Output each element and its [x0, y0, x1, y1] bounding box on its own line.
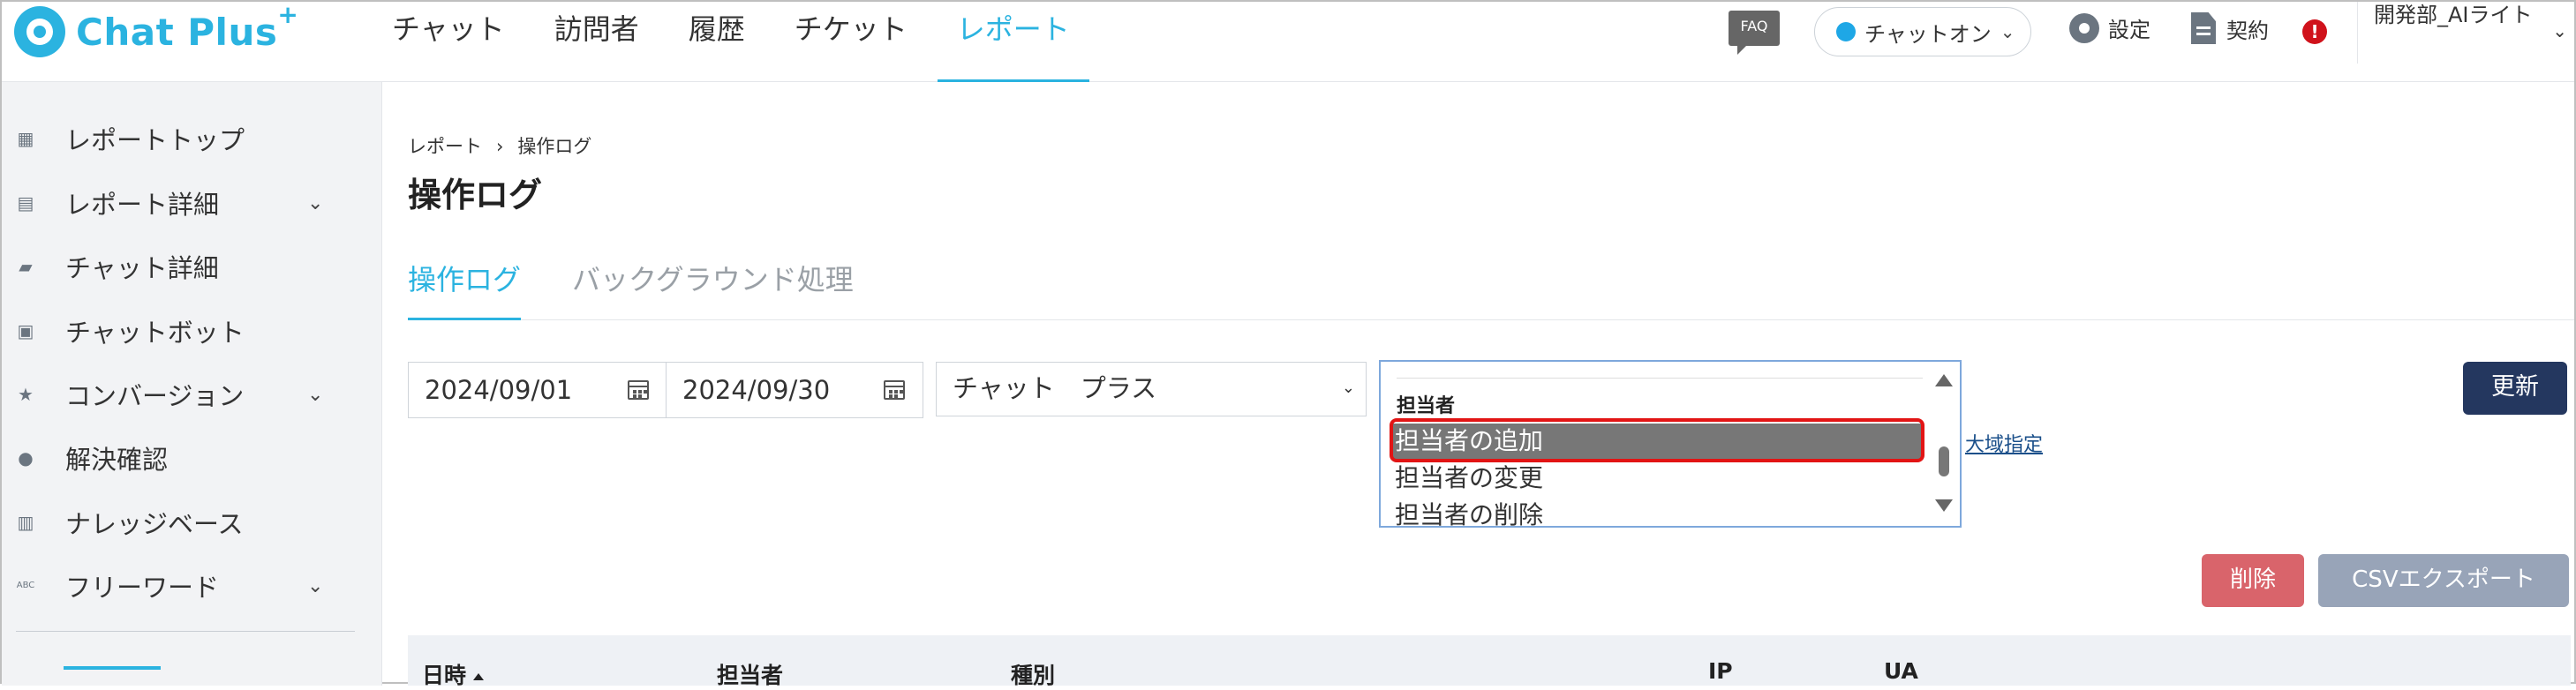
breadcrumb: レポート › 操作ログ [408, 132, 591, 159]
sidebar-item-conversion[interactable]: ★ コンバージョン ⌄ [2, 368, 381, 421]
star-icon: ★ [18, 384, 34, 405]
sidebar-item-label: コンバージョン [65, 381, 245, 411]
sidebar-item-free-word[interactable]: ABC フリーワード ⌄ [2, 559, 381, 612]
date-from-value: 2024/09/01 [425, 375, 573, 405]
scroll-down-icon[interactable] [1935, 499, 1953, 512]
logo-text: Chat Plus+ [76, 0, 299, 54]
calendar-icon[interactable] [628, 380, 649, 400]
bulb-icon: ● [18, 447, 34, 469]
nav-history[interactable]: 履歴 [669, 2, 765, 79]
page-title: 操作ログ [408, 176, 543, 214]
update-button[interactable]: 更新 [2463, 362, 2567, 415]
user-menu[interactable]: 開発部_AIライト ⌄ [2357, 2, 2567, 64]
wide-range-link[interactable]: 大域指定 [1965, 429, 2043, 457]
gear-icon [2069, 12, 2099, 43]
contract-label: 契約 [2226, 18, 2269, 43]
tab-background-processing[interactable]: バックグラウンド処理 [572, 258, 854, 318]
column-header-ip[interactable]: IP [1708, 658, 1733, 684]
column-header-datetime[interactable]: 日時 [422, 658, 485, 690]
scroll-up-icon[interactable] [1935, 374, 1953, 386]
column-header-ua[interactable]: UA [1884, 658, 1918, 684]
calendar-icon[interactable] [884, 380, 905, 400]
chevron-down-icon: ⌄ [307, 191, 324, 214]
sidebar-item-knowledge-base[interactable]: ▥ ナレッジベース [2, 496, 381, 549]
sidebar-divider [16, 631, 355, 632]
nav-reports[interactable]: レポート [937, 2, 1089, 82]
listbox-option-change-agent[interactable]: 担当者の変更 [1393, 461, 1923, 496]
sidebar-item-chatbot[interactable]: ▣ チャットボット [2, 304, 381, 357]
settings-label: 設定 [2108, 18, 2150, 42]
sidebar-active-indicator [64, 666, 161, 682]
bot-icon: ▣ [17, 320, 34, 341]
alert-icon[interactable]: ! [2302, 19, 2327, 44]
chevron-down-icon: ⌄ [2000, 21, 2015, 42]
tab-bar: 操作ログ バックグラウンド処理 [408, 258, 2574, 320]
chat-status-dropdown[interactable]: チャットオン ⌄ [1814, 7, 2031, 56]
nav-tickets[interactable]: チケット [775, 2, 927, 79]
user-name: 開発部_AIライト [2374, 3, 2533, 27]
tab-operation-log[interactable]: 操作ログ [408, 258, 522, 320]
sidebar-item-label: フリーワード [65, 573, 220, 603]
book-icon: ▥ [17, 512, 34, 533]
nav-chat[interactable]: チャット [373, 2, 524, 79]
sidebar-item-label: 解決確認 [65, 445, 169, 475]
sort-asc-icon [473, 673, 485, 680]
top-nav-bar: Chat Plus+ チャット 訪問者 履歴 チケット レポート FAQ チャッ… [2, 0, 2574, 82]
sidebar-item-label: チャットボット [65, 318, 245, 348]
faq-icon[interactable]: FAQ [1729, 11, 1780, 55]
sidebar-item-label: レポートトップ [65, 125, 245, 155]
delete-button[interactable]: 削除 [2202, 554, 2304, 607]
sidebar-item-label: チャット詳細 [65, 253, 219, 283]
chart-icon: ▤ [17, 192, 34, 214]
listbox-divider [1397, 378, 1923, 379]
document-icon [2191, 12, 2216, 44]
breadcrumb-current: 操作ログ [517, 136, 592, 157]
chevron-down-icon: ⌄ [307, 574, 324, 597]
logo-chat-icon [14, 6, 65, 57]
selection-highlight-frame [1390, 418, 1924, 462]
site-select[interactable]: チャット プラス ⌄ [936, 362, 1367, 416]
column-header-type[interactable]: 種別 [1011, 658, 1055, 690]
contract-button[interactable]: 契約 [2191, 12, 2269, 44]
sidebar-item-chat-detail[interactable]: ▰ チャット詳細 [2, 240, 381, 293]
sidebar: ▦ レポートトップ ▤ レポート詳細 ⌄ ▰ チャット詳細 ▣ チャットボット … [2, 82, 382, 686]
sidebar-item-label: ナレッジベース [65, 509, 244, 539]
breadcrumb-parent[interactable]: レポート [408, 136, 482, 157]
column-header-agent[interactable]: 担当者 [717, 658, 783, 690]
chevron-down-icon: ⌄ [1341, 379, 1355, 397]
nav-visitors[interactable]: 訪問者 [535, 2, 659, 79]
chevron-down-icon: ⌄ [307, 383, 324, 406]
listbox-scrollbar-thumb[interactable] [1939, 446, 1949, 476]
sidebar-item-report-top[interactable]: ▦ レポートトップ [2, 112, 381, 165]
chevron-down-icon: ⌄ [2552, 20, 2567, 41]
sidebar-item-label: レポート詳細 [65, 190, 220, 220]
csv-export-button[interactable]: CSVエクスポート [2318, 554, 2569, 607]
site-select-value: チャット プラス [953, 373, 1157, 403]
date-to-input[interactable]: 2024/09/30 [666, 362, 923, 418]
app-logo[interactable]: Chat Plus+ [14, 0, 299, 58]
sidebar-item-report-detail[interactable]: ▤ レポート詳細 ⌄ [2, 176, 381, 229]
dashboard-icon: ▦ [17, 128, 34, 149]
chat-status-label: チャットオン [1864, 21, 1992, 47]
table-header: 日時 担当者 種別 IP UA [408, 635, 2571, 688]
date-from-input[interactable]: 2024/09/01 [408, 362, 667, 418]
listbox-group-label: 担当者 [1397, 395, 1456, 417]
listbox-option-delete-agent[interactable]: 担当者の削除 [1393, 498, 1923, 526]
chat-icon: ▰ [19, 256, 33, 277]
breadcrumb-separator: › [496, 136, 504, 157]
main-nav: チャット 訪問者 履歴 チケット レポート [373, 2, 1100, 82]
abc-icon: ABC [16, 581, 35, 590]
sidebar-item-resolution[interactable]: ● 解決確認 [2, 431, 381, 484]
status-dot-icon [1836, 22, 1856, 41]
date-to-value: 2024/09/30 [682, 375, 831, 405]
settings-button[interactable]: 設定 [2069, 12, 2150, 43]
